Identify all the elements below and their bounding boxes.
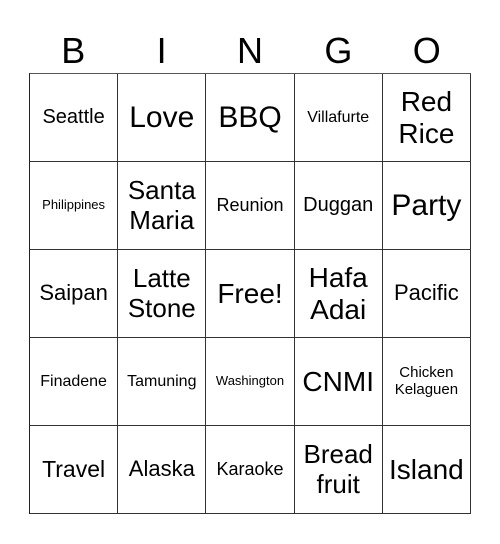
bingo-cell[interactable]: Seattle [30,74,119,162]
bingo-cell[interactable]: Philippines [30,162,119,250]
bingo-cell[interactable]: Duggan [294,162,383,250]
bingo-cell[interactable]: Tamuning [118,338,207,426]
free-space-cell[interactable]: Free! [206,250,295,338]
header-letter-i: I [156,30,167,71]
header-letter-o: O [412,30,441,71]
bingo-cell[interactable]: Party [382,162,471,250]
bingo-cell[interactable]: Karaoke [206,426,295,514]
bingo-cell[interactable]: Love [118,74,207,162]
bingo-cell[interactable]: Bread fruit [294,426,383,514]
header-letter-b: B [61,30,86,71]
bingo-cell[interactable]: Santa Maria [118,162,207,250]
bingo-cell[interactable]: Washington [206,338,295,426]
bingo-cell[interactable]: Finadene [30,338,119,426]
bingo-cell[interactable]: Travel [30,426,119,514]
bingo-cell[interactable]: Island [382,426,471,514]
bingo-cell[interactable]: BBQ [206,74,295,162]
bingo-grid: Seattle Love BBQ Villafurte Red Rice Phil… [29,73,471,514]
bingo-cell[interactable]: Saipan [30,250,119,338]
bingo-cell[interactable]: Alaska [118,426,207,514]
bingo-cell[interactable]: Latte Stone [118,250,207,338]
bingo-cell[interactable]: Red Rice [382,74,471,162]
bingo-header: B I N G O [29,28,471,73]
header-letter-n: N [236,30,263,71]
bingo-cell[interactable]: Villafurte [294,74,383,162]
bingo-cell[interactable]: CNMI [294,338,383,426]
bingo-cell[interactable]: Reunion [206,162,295,250]
bingo-cell[interactable]: Pacific [382,250,471,338]
bingo-cell[interactable]: Chicken Kelaguen [382,338,471,426]
header-letter-g: G [324,30,353,71]
bingo-cell[interactable]: Hafa Adai [294,250,383,338]
